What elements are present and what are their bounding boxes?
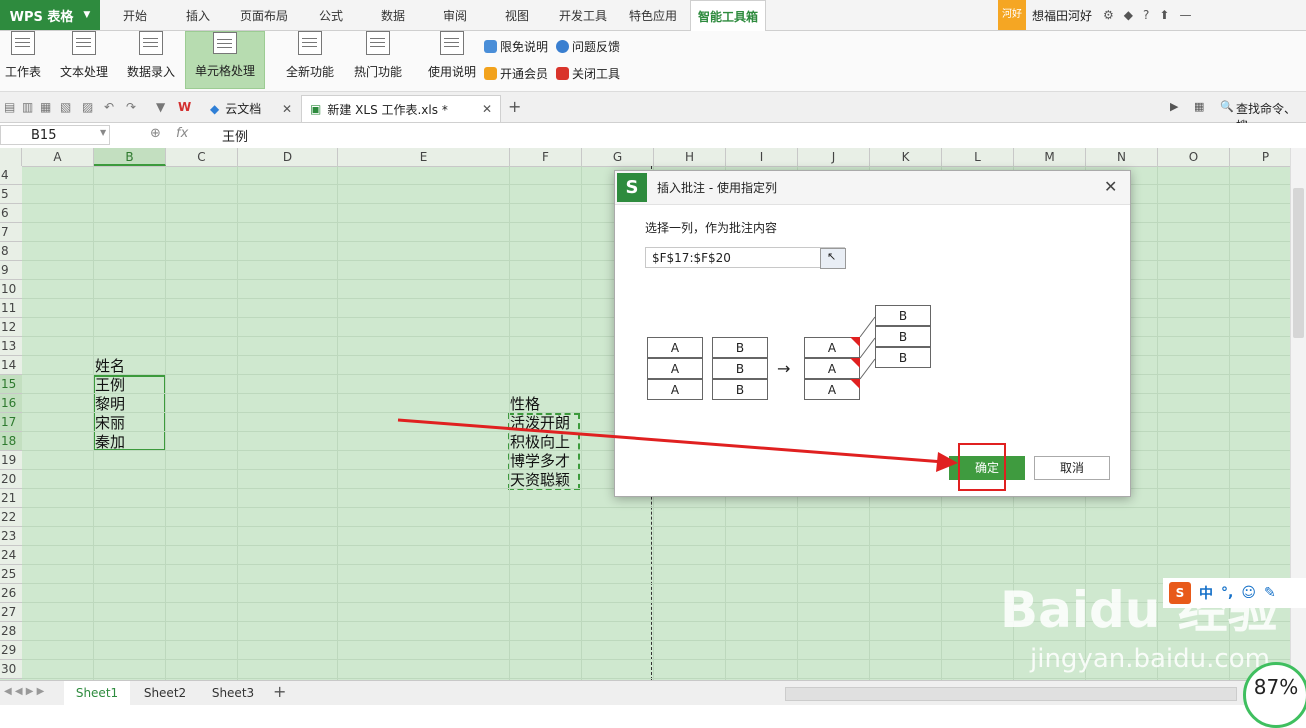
smile-icon[interactable]: ☺ bbox=[1241, 585, 1256, 601]
pen-icon[interactable]: ✎ bbox=[1264, 585, 1276, 601]
ime-toolbar[interactable]: S 中 °, ☺ ✎ bbox=[1163, 578, 1306, 608]
ime-lang[interactable]: 中 bbox=[1199, 583, 1213, 603]
ime-punct[interactable]: °, bbox=[1221, 585, 1233, 601]
zoom-indicator[interactable]: 87% bbox=[1243, 662, 1306, 728]
baidu-watermark-url: jingyan.baidu.com bbox=[1030, 644, 1270, 674]
zoom-value: 87% bbox=[1253, 675, 1299, 699]
sogou-logo-icon: S bbox=[1169, 582, 1191, 604]
ok-highlight-box bbox=[958, 443, 1006, 491]
